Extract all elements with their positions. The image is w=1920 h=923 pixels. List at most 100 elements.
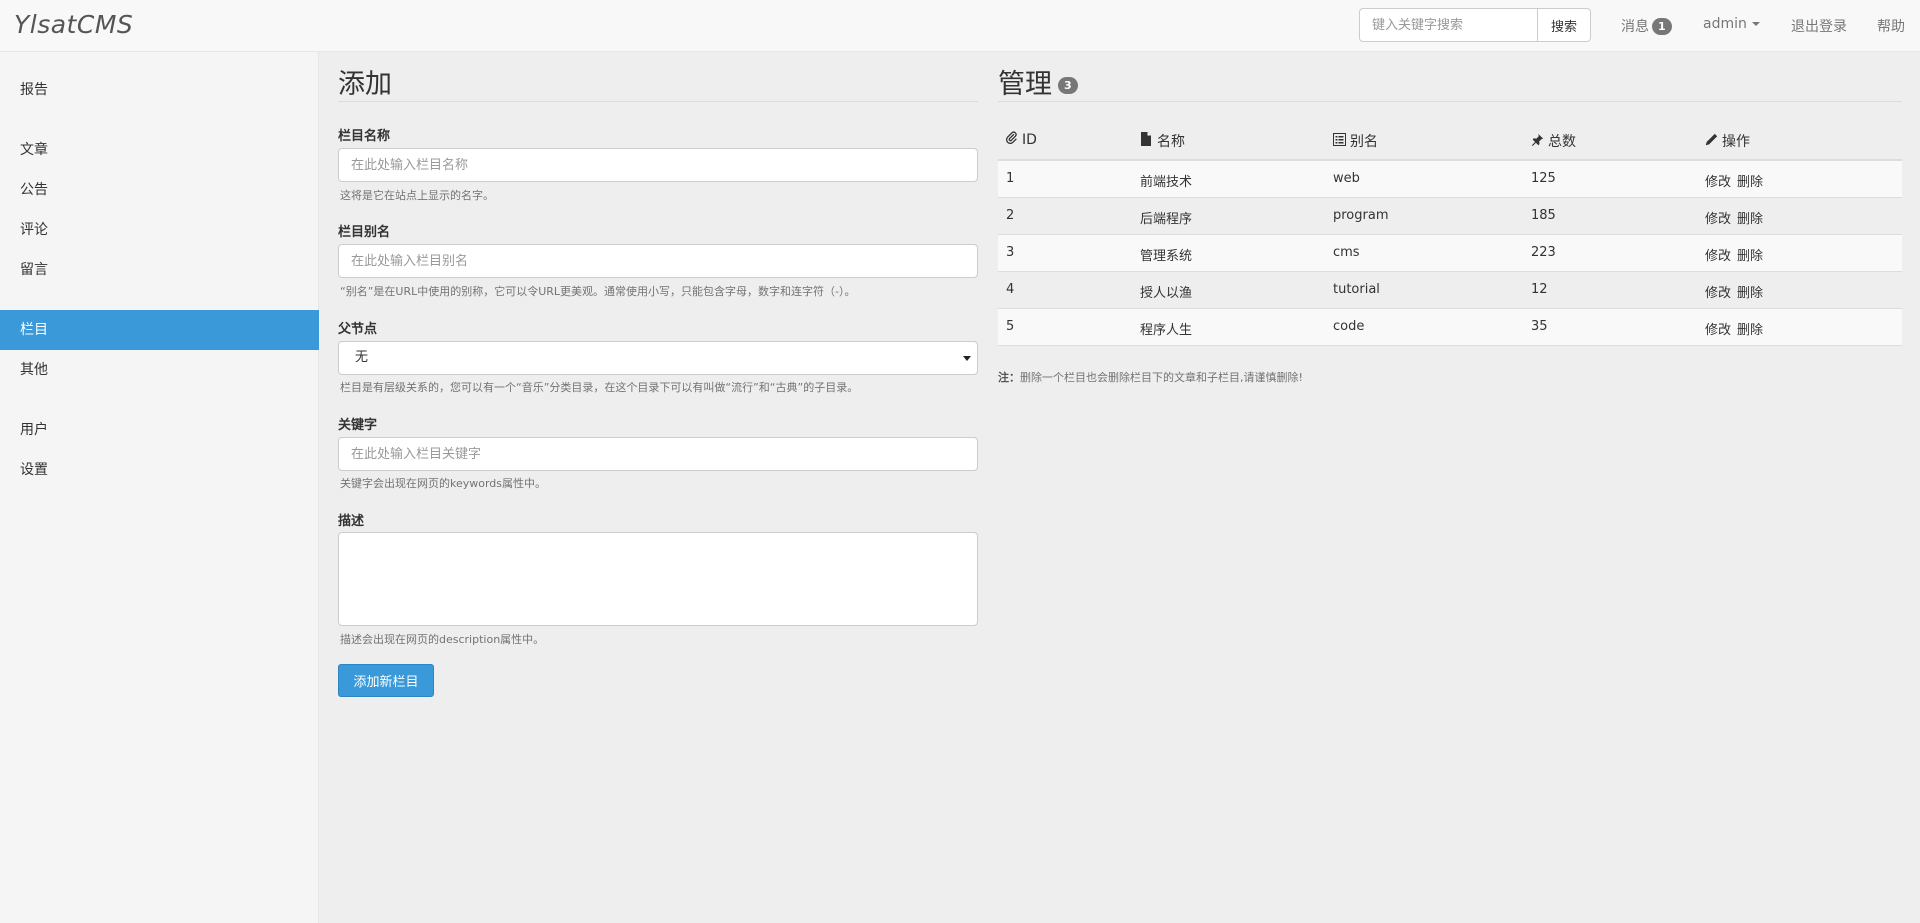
- table-row: 4 授人以渔 tutorial 12 修改 删除: [998, 272, 1902, 309]
- manage-title-text: 管理: [998, 69, 1052, 100]
- select-arrow-icon: [963, 356, 971, 361]
- row-total: 35: [1531, 319, 1548, 334]
- sidebar-item-comments[interactable]: 评论: [0, 210, 319, 250]
- column-header-slug-label: 别名: [1350, 134, 1378, 150]
- column-header-action: 操作: [1705, 131, 1750, 151]
- row-name: 前端技术: [1140, 175, 1193, 190]
- column-header-slug: 别名: [1333, 131, 1378, 151]
- slug-help: “别名”是在URL中使用的别称，它可以令URL更美观。通常使用小写，只能包含字母…: [340, 285, 856, 298]
- edit-link[interactable]: 修改: [1705, 245, 1731, 264]
- delete-link[interactable]: 删除: [1737, 319, 1763, 338]
- pushpin-icon: [1531, 133, 1545, 150]
- add-section-title: 添加: [338, 69, 392, 100]
- column-header-total-label: 总数: [1548, 134, 1576, 150]
- category-keywords-input[interactable]: [338, 437, 978, 471]
- keywords-help: 关键字会出现在网页的keywords属性中。: [340, 477, 547, 490]
- messages-label: 消息: [1621, 19, 1649, 35]
- parent-help: 栏目是有层级关系的，您可以有一个“音乐”分类目录，在这个目录下可以有叫做“流行”…: [340, 381, 859, 394]
- sidebar-item-notices[interactable]: 公告: [0, 170, 319, 210]
- sidebar-item-users[interactable]: 用户: [0, 410, 319, 450]
- caret-down-icon: [1751, 22, 1760, 26]
- category-slug-input[interactable]: [338, 244, 978, 278]
- delete-link[interactable]: 删除: [1737, 171, 1763, 190]
- description-help: 描述会出现在网页的description属性中。: [340, 633, 545, 646]
- column-header-action-label: 操作: [1722, 134, 1750, 150]
- row-name: 后端程序: [1140, 212, 1193, 227]
- edit-link[interactable]: 修改: [1705, 208, 1731, 227]
- column-header-id: ID: [1005, 131, 1037, 148]
- row-name: 授人以渔: [1140, 286, 1193, 301]
- manage-section-title: 管理 3: [998, 62, 1078, 101]
- keywords-label: 关键字: [338, 418, 378, 433]
- list-alt-icon: [1333, 133, 1347, 150]
- row-id: 4: [1006, 282, 1015, 297]
- row-id: 3: [1006, 245, 1015, 260]
- edit-link[interactable]: 修改: [1705, 171, 1731, 190]
- name-label: 栏目名称: [338, 129, 391, 144]
- column-header-name-label: 名称: [1157, 134, 1185, 150]
- note-text: 删除一个栏目也会删除栏目下的文章和子栏目,请谨慎删除!: [1020, 371, 1303, 384]
- sidebar-item-categories[interactable]: 栏目: [0, 310, 319, 350]
- logout-link[interactable]: 退出登录: [1791, 16, 1847, 36]
- row-total: 12: [1531, 282, 1548, 297]
- row-id: 1: [1006, 171, 1015, 186]
- edit-link[interactable]: 修改: [1705, 319, 1731, 338]
- user-label: admin: [1703, 16, 1747, 32]
- file-icon: [1140, 132, 1154, 150]
- edit-link[interactable]: 修改: [1705, 282, 1731, 301]
- delete-link[interactable]: 删除: [1737, 208, 1763, 227]
- row-total: 125: [1531, 171, 1556, 186]
- parent-select[interactable]: 无: [338, 341, 978, 375]
- pencil-icon: [1705, 133, 1719, 150]
- manage-title-divider: [998, 101, 1902, 102]
- slug-label: 栏目别名: [338, 225, 391, 240]
- parent-selected-value: 无: [355, 350, 369, 365]
- description-label: 描述: [338, 514, 365, 529]
- row-id: 5: [1006, 319, 1015, 334]
- row-slug: cms: [1333, 245, 1360, 260]
- column-header-total: 总数: [1531, 131, 1576, 151]
- help-link[interactable]: 帮助: [1877, 16, 1905, 36]
- row-total: 223: [1531, 245, 1556, 260]
- sidebar-item-messages[interactable]: 留言: [0, 250, 319, 290]
- search-button[interactable]: 搜索: [1537, 8, 1591, 42]
- sidebar: 报告 文章 公告 评论 留言 栏目 其他 用户 设置: [0, 52, 319, 923]
- delete-link[interactable]: 删除: [1737, 282, 1763, 301]
- user-dropdown[interactable]: admin: [1703, 16, 1760, 32]
- category-name-input[interactable]: [338, 148, 978, 182]
- paperclip-icon: [1005, 131, 1019, 148]
- table-row: 5 程序人生 code 35 修改 删除: [998, 309, 1902, 346]
- parent-label: 父节点: [338, 322, 378, 337]
- table-row: 2 后端程序 program 185 修改 删除: [998, 198, 1902, 235]
- row-name: 程序人生: [1140, 323, 1193, 338]
- row-total: 185: [1531, 208, 1556, 223]
- sidebar-item-report[interactable]: 报告: [0, 70, 319, 110]
- messages-badge: 1: [1652, 18, 1672, 35]
- row-name: 管理系统: [1140, 249, 1193, 264]
- add-category-button[interactable]: 添加新栏目: [338, 664, 434, 697]
- search-form: 搜索: [1359, 8, 1591, 42]
- messages-link[interactable]: 消息 1: [1621, 16, 1672, 36]
- row-slug: code: [1333, 319, 1365, 334]
- row-slug: web: [1333, 171, 1360, 186]
- sidebar-item-settings[interactable]: 设置: [0, 450, 319, 490]
- row-slug: tutorial: [1333, 282, 1380, 297]
- name-help: 这将是它在站点上显示的名字。: [340, 189, 494, 202]
- sidebar-item-other[interactable]: 其他: [0, 350, 319, 390]
- category-description-textarea[interactable]: [338, 532, 978, 626]
- column-header-name: 名称: [1140, 131, 1185, 151]
- table-row: 3 管理系统 cms 223 修改 删除: [998, 235, 1902, 272]
- table-row: 1 前端技术 web 125 修改 删除: [998, 161, 1902, 198]
- manage-count-badge: 3: [1058, 77, 1078, 94]
- search-input[interactable]: [1359, 8, 1537, 42]
- delete-warning-note: 注：删除一个栏目也会删除栏目下的文章和子栏目,请谨慎删除!: [998, 369, 1303, 385]
- row-id: 2: [1006, 208, 1015, 223]
- row-slug: program: [1333, 208, 1389, 223]
- column-header-id-label: ID: [1022, 132, 1037, 148]
- add-title-divider: [338, 101, 978, 102]
- delete-link[interactable]: 删除: [1737, 245, 1763, 264]
- note-prefix: 注：: [998, 371, 1020, 384]
- top-navbar: YlsatCMS 搜索 消息1 admin 退出登录 帮助: [0, 0, 1920, 52]
- brand-logo[interactable]: YlsatCMS: [14, 10, 133, 39]
- sidebar-item-articles[interactable]: 文章: [0, 130, 319, 170]
